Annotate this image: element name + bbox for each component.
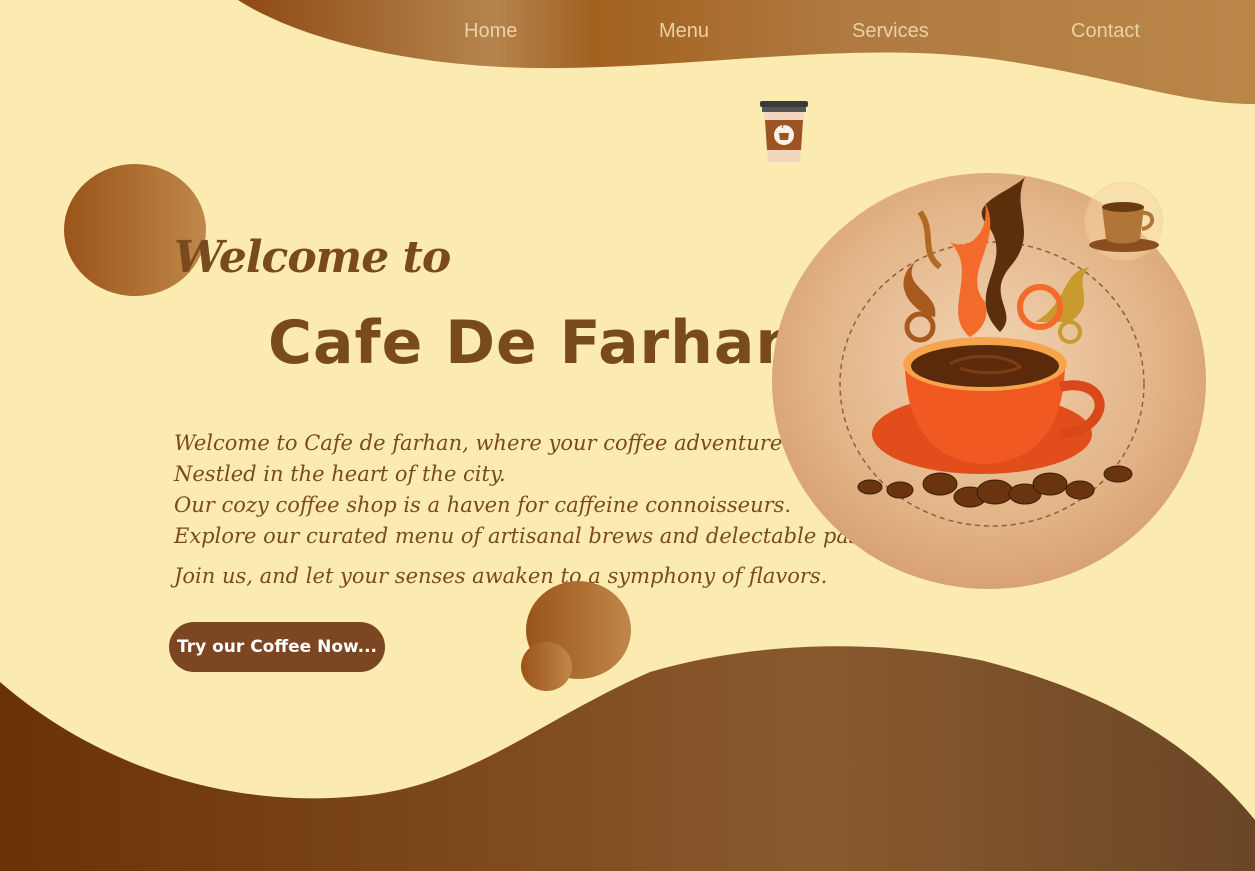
bottom-wave xyxy=(0,646,1255,871)
nav-services-link[interactable]: Services xyxy=(852,20,929,43)
nav-menu-link[interactable]: Menu xyxy=(659,20,709,43)
nav-contact-link[interactable]: Contact xyxy=(1071,20,1140,43)
top-nav: Home Menu Services Contact xyxy=(0,0,1255,70)
nav-home-link[interactable]: Home xyxy=(464,20,517,43)
decor-circle-small xyxy=(521,642,572,691)
welcome-heading: Welcome to xyxy=(174,232,451,283)
cafe-title: Cafe De Farhan! xyxy=(268,308,828,378)
coffee-cup-saucer-icon xyxy=(1084,181,1164,261)
takeaway-coffee-cup-icon xyxy=(760,101,808,162)
try-coffee-button[interactable]: Try our Coffee Now... xyxy=(169,622,385,672)
